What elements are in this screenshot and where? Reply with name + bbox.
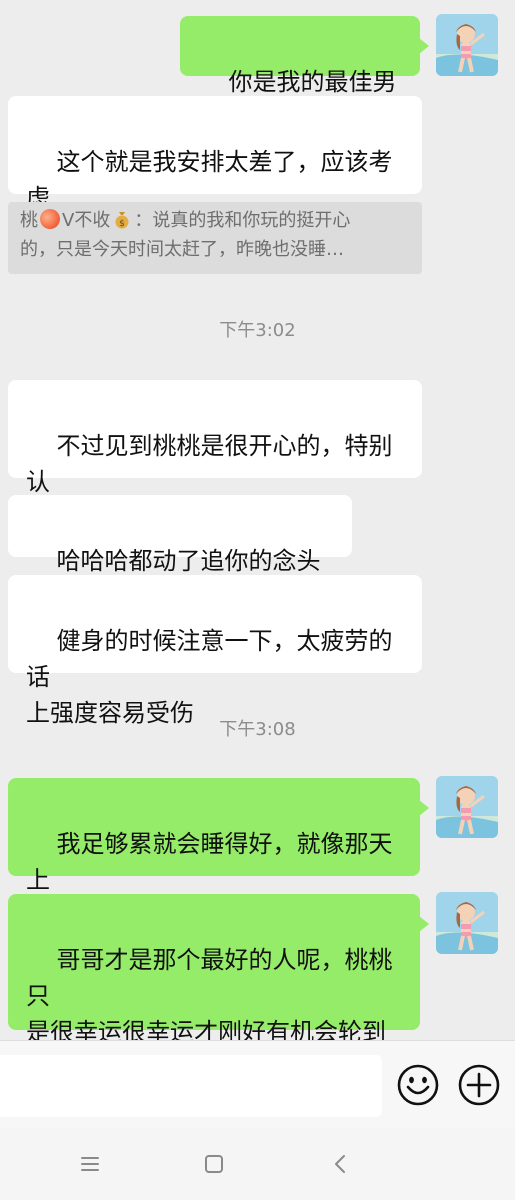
- home-icon[interactable]: [200, 1150, 228, 1178]
- message-bubble-outgoing[interactable]: 你是我的最佳男友: [180, 16, 429, 132]
- message-bubble-outgoing[interactable]: 我足够累就会睡得好，就像那天上 午和你一起睡到下午那样 ~: [8, 778, 429, 930]
- money-bag-icon: $: [115, 212, 129, 229]
- quote-line-1: 桃 V不收 $ ：说真的我和你玩的挺开心: [20, 206, 410, 235]
- menu-icon[interactable]: [76, 1150, 104, 1178]
- quote-line-2: 的，只是今天时间太赶了，昨晚也没睡…: [20, 239, 344, 260]
- avatar[interactable]: [436, 14, 498, 76]
- input-bar: [0, 1040, 515, 1129]
- back-icon[interactable]: [327, 1150, 355, 1178]
- quote-sender: 桃: [20, 210, 38, 231]
- avatar[interactable]: [436, 776, 498, 838]
- message-bubble-incoming[interactable]: 哈哈哈都动了追你的念头了: [8, 495, 352, 611]
- peach-icon: [40, 209, 60, 229]
- message-text: 哥哥才是那个最好的人呢，桃桃只 是很幸运很幸运才刚好有机会轮到 我和你相遇: [26, 946, 393, 1040]
- chat-area[interactable]: 你是我的最佳男友 这个就是我安排太差了，应该考虑 桃桃比较累 桃 V不收 $ ：说真的…: [0, 0, 515, 1040]
- message-text: 健身的时候注意一下，太疲劳的话 上强度容易受伤: [26, 627, 393, 727]
- message-bubble-incoming[interactable]: 这个就是我安排太差了，应该考虑 桃桃比较累: [8, 96, 422, 248]
- message-bubble-incoming[interactable]: 不过见到桃桃是很开心的，特别认 识到桃桃是个很好很好的妹纸: [8, 380, 422, 532]
- timestamp: 下午3:02: [219, 320, 296, 341]
- message-input[interactable]: [0, 1055, 382, 1117]
- timestamp: 下午3:08: [219, 719, 296, 740]
- emoji-icon[interactable]: [396, 1063, 440, 1107]
- avatar[interactable]: [436, 892, 498, 954]
- system-nav-bar: [0, 1128, 515, 1200]
- quoted-message[interactable]: 桃 V不收 $ ：说真的我和你玩的挺开心 的，只是今天时间太赶了，昨晚也没睡…: [8, 202, 422, 274]
- message-bubble-incoming[interactable]: 健身的时候注意一下，太疲劳的话 上强度容易受伤: [8, 575, 422, 727]
- plus-icon[interactable]: [457, 1063, 501, 1107]
- quote-text-1: ：说真的我和你玩的挺开心: [134, 210, 351, 231]
- svg-text:$: $: [119, 219, 125, 229]
- message-bubble-outgoing[interactable]: 哥哥才是那个最好的人呢，桃桃只 是很幸运很幸运才刚好有机会轮到 我和你相遇: [8, 894, 429, 1040]
- quote-sender-suffix: V不收: [62, 210, 111, 231]
